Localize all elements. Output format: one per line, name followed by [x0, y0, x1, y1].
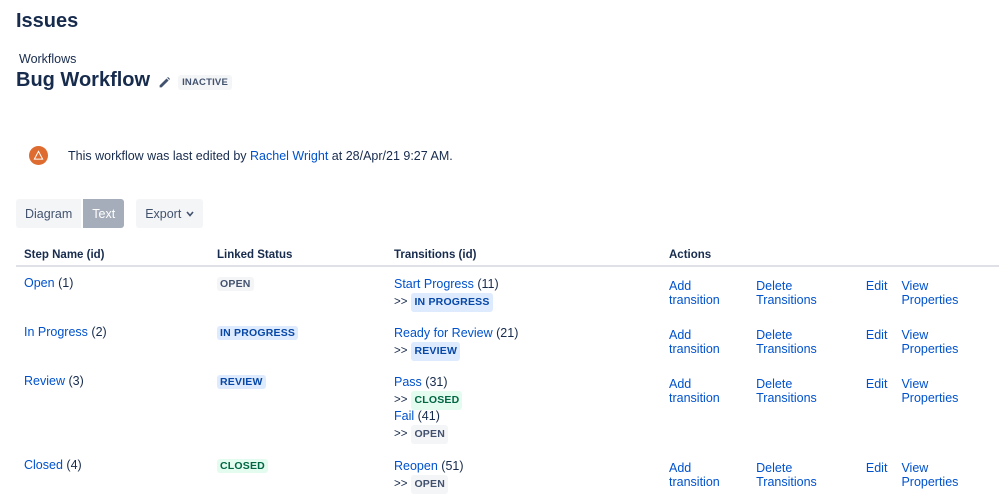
transition-link-pass[interactable]: Pass [394, 375, 422, 389]
transition-id: (51) [441, 459, 464, 473]
view-properties-link[interactable]: View Properties [901, 461, 985, 492]
target-status-lozenge: IN PROGRESS [411, 293, 493, 312]
table-header: Step Name (id) Linked Status Transitions… [16, 245, 999, 267]
view-toolbar: Diagram Text Export [16, 199, 204, 228]
step-link-in-progress[interactable]: In Progress [24, 325, 88, 339]
last-edited-info: This workflow was last edited by Rachel … [29, 146, 453, 165]
breadcrumb[interactable]: Workflows [19, 52, 76, 66]
table-row: In Progress (2) IN PROGRESS Ready for Re… [16, 325, 999, 361]
edit-link[interactable]: Edit [866, 279, 888, 310]
table-row: Closed (4) CLOSED Reopen (51) >> OPEN Add… [16, 458, 999, 494]
arrow-marker: >> [394, 394, 408, 406]
table-row: Review (3) REVIEW Pass (31) >> CLOSED Fai… [16, 374, 999, 444]
delete-transitions-link[interactable]: Delete Transitions [756, 461, 852, 492]
delete-transitions-link[interactable]: Delete Transitions [756, 279, 852, 310]
chevron-down-icon [186, 210, 194, 217]
workflow-header: Bug Workflow INACTIVE [16, 69, 232, 92]
transition-link-fail[interactable]: Fail [394, 409, 414, 423]
avatar[interactable] [29, 146, 48, 165]
diagram-button[interactable]: Diagram [16, 199, 82, 228]
step-id: (2) [91, 325, 107, 339]
step-id: (3) [68, 374, 84, 388]
column-header-status: Linked Status [217, 249, 293, 261]
transition-id: (41) [417, 409, 440, 423]
edited-prefix: This workflow was last edited by [68, 148, 247, 163]
avatar-icon [33, 150, 44, 160]
arrow-marker: >> [394, 345, 408, 357]
step-id: (1) [58, 276, 74, 290]
step-id: (4) [66, 458, 82, 472]
edit-link[interactable]: Edit [866, 461, 888, 492]
status-lozenge: REVIEW [217, 375, 266, 389]
target-status-lozenge: REVIEW [411, 342, 461, 361]
add-transition-link[interactable]: Add transition [669, 279, 742, 310]
column-header-step: Step Name (id) [24, 249, 105, 261]
page-title: Issues [16, 10, 79, 32]
column-header-transitions: Transitions (id) [394, 249, 477, 261]
status-lozenge: IN PROGRESS [217, 326, 299, 340]
view-properties-link[interactable]: View Properties [901, 377, 985, 442]
transition-id: (31) [425, 375, 448, 389]
transition-link-reopen[interactable]: Reopen [394, 459, 438, 473]
target-status-lozenge: OPEN [411, 475, 448, 494]
add-transition-link[interactable]: Add transition [669, 328, 742, 359]
transition-id: (11) [477, 277, 499, 291]
text-button[interactable]: Text [83, 199, 125, 228]
table-row: Open (1) OPEN Start Progress (11) >> IN P… [16, 276, 999, 312]
edit-link[interactable]: Edit [866, 377, 888, 442]
edit-link[interactable]: Edit [866, 328, 888, 359]
edited-suffix: at 28/Apr/21 9:27 AM. [331, 148, 453, 163]
transition-link-start-progress[interactable]: Start Progress [394, 277, 474, 291]
step-link-open[interactable]: Open [24, 276, 55, 290]
status-lozenge: OPEN [217, 277, 254, 291]
step-link-closed[interactable]: Closed [24, 458, 63, 472]
delete-transitions-link[interactable]: Delete Transitions [756, 377, 852, 442]
arrow-marker: >> [394, 296, 408, 308]
workflow-title: Bug Workflow [16, 69, 151, 91]
view-properties-link[interactable]: View Properties [901, 328, 985, 359]
editor-user-link[interactable]: Rachel Wright [250, 149, 328, 163]
delete-transitions-link[interactable]: Delete Transitions [756, 328, 852, 359]
target-status-lozenge: OPEN [411, 425, 448, 444]
export-button[interactable]: Export [136, 199, 204, 228]
transition-link-ready-for-review[interactable]: Ready for Review [394, 326, 493, 340]
status-lozenge: CLOSED [217, 459, 268, 473]
pencil-icon[interactable] [158, 76, 171, 89]
steps-table: Step Name (id) Linked Status Transitions… [16, 245, 999, 494]
arrow-marker: >> [394, 478, 408, 490]
step-link-review[interactable]: Review [24, 374, 65, 388]
export-label: Export [145, 206, 182, 221]
transition-id: (21) [496, 326, 519, 340]
arrow-marker: >> [394, 428, 408, 440]
column-header-actions: Actions [669, 249, 712, 261]
add-transition-link[interactable]: Add transition [669, 377, 742, 442]
view-properties-link[interactable]: View Properties [901, 279, 985, 310]
status-badge: INACTIVE [178, 75, 232, 90]
add-transition-link[interactable]: Add transition [669, 461, 742, 492]
